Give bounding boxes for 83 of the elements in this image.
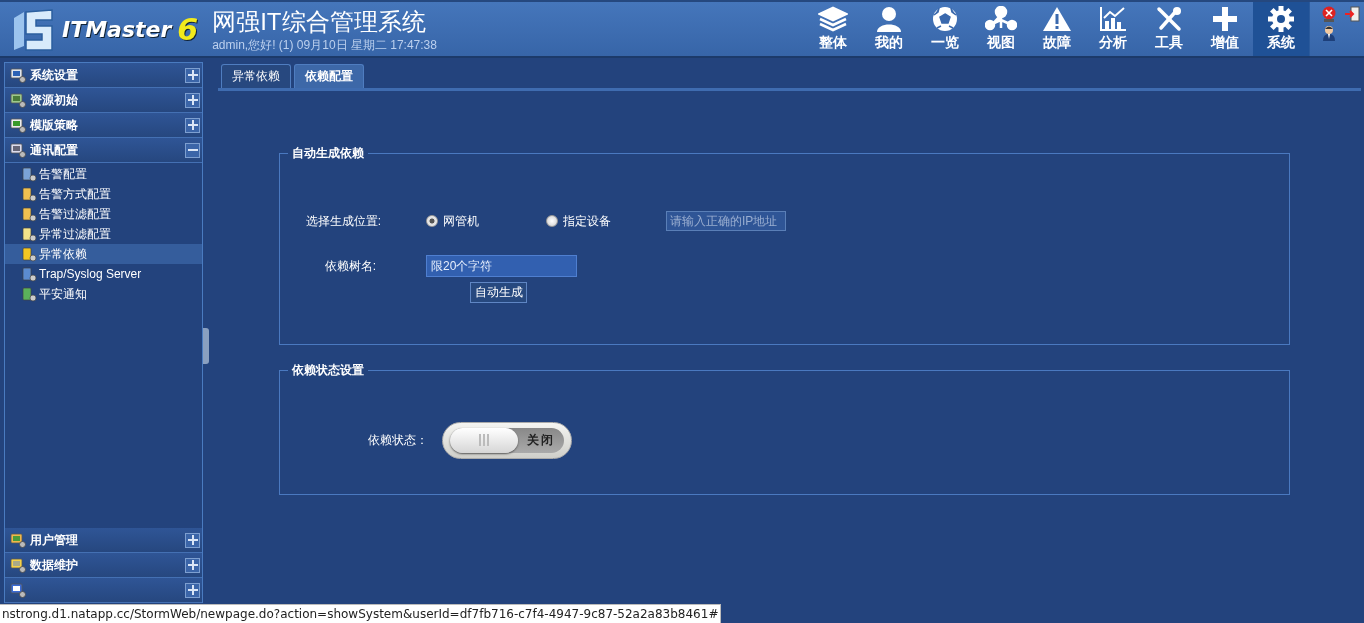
greeting-text: admin,您好! (1) 09月10日 星期二 17:47:38 (212, 36, 437, 54)
item-icon (22, 226, 37, 242)
tab[interactable]: 依赖配置 (294, 64, 364, 88)
splitter-handle[interactable] (203, 328, 209, 364)
nav-tab[interactable]: 工具 (1141, 2, 1197, 56)
panel-legend: 依赖状态设置 (288, 362, 368, 379)
warning-icon (1042, 6, 1072, 32)
radio-button[interactable] (546, 215, 558, 227)
layers-icon (818, 6, 848, 32)
radio-label: 指定设备 (563, 212, 611, 230)
field-label: 依赖状态： (367, 431, 429, 449)
sidebar-item[interactable]: 告警过滤配置 (5, 204, 202, 224)
expand-button[interactable] (185, 117, 200, 133)
version-number: 6 (177, 11, 199, 47)
nav-tab[interactable]: 我的 (861, 2, 917, 56)
item-icon (22, 286, 37, 302)
field-label: 依赖树名: (323, 257, 377, 275)
expand-button[interactable] (185, 92, 200, 108)
item-icon (22, 206, 37, 222)
nav-tab[interactable]: 系统 (1253, 2, 1309, 56)
radio-button[interactable] (426, 215, 438, 227)
expand-button[interactable] (185, 582, 200, 598)
nav-tab[interactable]: 增值 (1197, 2, 1253, 56)
plus-icon (187, 120, 198, 130)
field-label: 选择生成位置: (304, 212, 382, 230)
expand-button[interactable] (185, 557, 200, 573)
toggle-switch[interactable]: 关闭 (442, 421, 572, 459)
sidebar-group[interactable]: 系统设置 (5, 63, 202, 88)
user-icon[interactable] (1322, 25, 1336, 41)
collapse-button[interactable] (185, 142, 200, 158)
alarm-icon[interactable] (1322, 6, 1336, 22)
module-icon (10, 557, 26, 573)
network-icon (985, 6, 1017, 32)
sidebar-group[interactable]: 资源初始 (5, 88, 202, 113)
sidebar-item[interactable]: 平安通知 (5, 284, 202, 304)
ball-icon (932, 6, 958, 32)
nav-tab[interactable]: 一览 (917, 2, 973, 56)
radio-label: 网管机 (443, 212, 479, 230)
grip-icon (478, 433, 490, 447)
plus-icon (1212, 6, 1238, 32)
module-icon (10, 92, 26, 108)
sidebar-item[interactable]: 异常依赖 (5, 244, 202, 264)
nav-tab[interactable]: 分析 (1085, 2, 1141, 56)
tab[interactable]: 异常依赖 (221, 64, 291, 88)
nav-tab[interactable]: 整体 (805, 2, 861, 56)
module-icon (10, 67, 26, 83)
sidebar-group[interactable]: 数据维护 (5, 553, 202, 578)
sidebar-group[interactable]: 通讯配置 (5, 138, 202, 163)
panel-legend: 自动生成依赖 (288, 145, 368, 162)
plus-icon (187, 585, 198, 595)
plus-icon (187, 535, 198, 545)
sidebar-group[interactable]: 模版策略 (5, 113, 202, 138)
module-icon (10, 532, 26, 548)
tools-icon (1155, 6, 1183, 32)
sidebar-item[interactable]: 异常过滤配置 (5, 224, 202, 244)
sidebar-item[interactable]: 告警配置 (5, 164, 202, 184)
exit-icon[interactable] (1344, 6, 1360, 22)
sidebar-group[interactable]: 用户管理 (5, 528, 202, 553)
plus-icon (187, 95, 198, 105)
expand-button[interactable] (185, 67, 200, 83)
item-icon (22, 186, 37, 202)
user-icon (875, 6, 903, 32)
plus-icon (187, 70, 198, 80)
module-icon (10, 117, 26, 133)
sidebar-item[interactable]: 告警方式配置 (5, 184, 202, 204)
app-title: 网强IT综合管理系统 (212, 6, 427, 37)
sidebar-item[interactable]: Trap/Syslog Server (5, 264, 202, 284)
product-name: ITMaster (62, 16, 172, 42)
nav-tab[interactable]: 故障 (1029, 2, 1085, 56)
item-icon (22, 246, 37, 262)
expand-button[interactable] (185, 532, 200, 548)
plus-icon (187, 560, 198, 570)
module-icon (10, 142, 26, 158)
item-icon (22, 166, 37, 182)
settings-icon (1268, 6, 1294, 32)
nav-tab[interactable]: 视图 (973, 2, 1029, 56)
generate-button[interactable]: 自动生成 (470, 282, 527, 303)
module-icon (10, 582, 26, 598)
status-url: nstrong.d1.natapp.cc/StormWeb/newpage.do?action=showSystem&userId=df7fb716-c7f4-4947-9c87-52a2a83b8461# (2, 607, 719, 621)
sidebar-group[interactable] (5, 578, 202, 603)
chart-icon (1099, 6, 1127, 32)
input-field[interactable]: 限20个字符 (426, 255, 577, 277)
item-icon (22, 266, 37, 282)
